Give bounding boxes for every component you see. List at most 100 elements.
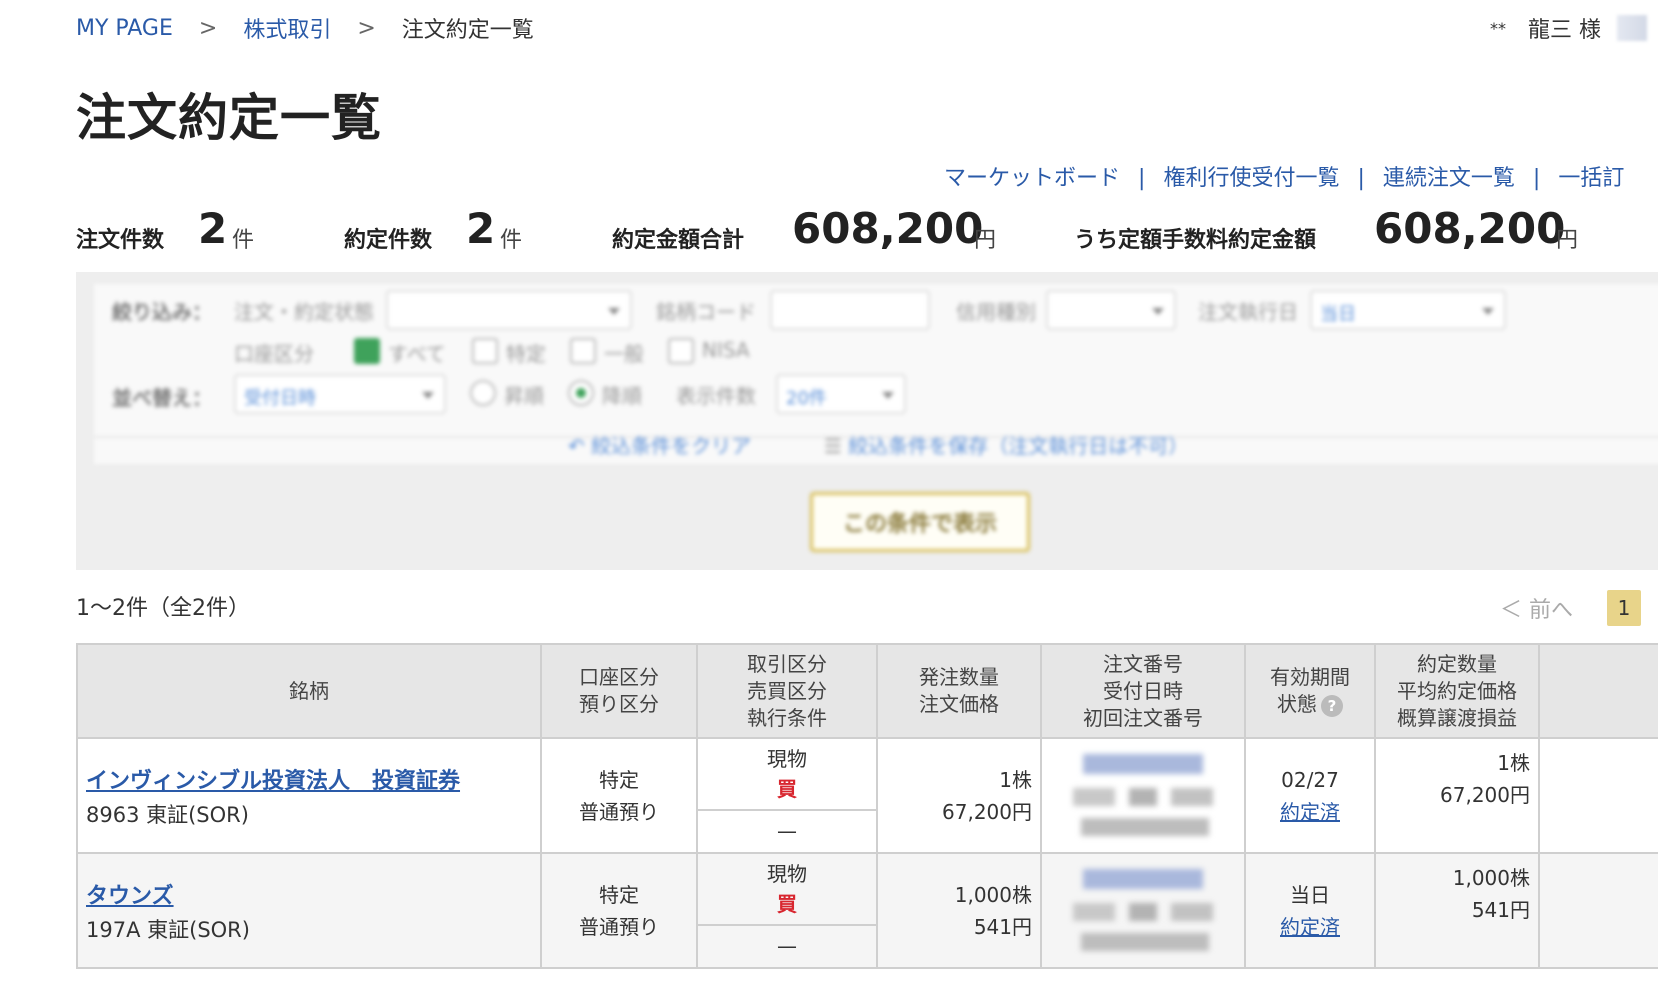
status-executed-link[interactable]: 約定済 [1246,796,1374,828]
account-cell: 特定 普通預り [540,852,698,969]
avg-price: 541円 [1471,898,1530,922]
redacted-order-info [1073,860,1213,961]
date-select[interactable]: 当日 [1310,290,1506,330]
breadcrumb-stock-trading-link[interactable]: 株式取引 [243,12,331,44]
total-amount-label: 約定金額合計 [612,228,745,253]
validity-period: 02/27 [1281,767,1339,792]
header-trade: 取引区分 売買区分 執行条件 [696,643,878,739]
trade-cell: 現物 買 — [696,852,878,969]
sort-select-value: 受付日時 [244,388,316,409]
date-select-value: 当日 [1320,304,1356,325]
header-first-order-label: 初回注文番号 [1083,705,1203,730]
page-1-button[interactable]: 1 [1607,590,1641,626]
breadcrumb-separator: > [357,15,376,41]
header-exec-qty-label: 約定数量 [1417,651,1497,676]
page-title: 注文約定一覧 [76,89,382,147]
radio-desc[interactable] [568,380,594,406]
order-price: 67,200円 [942,799,1032,824]
status-select[interactable] [386,290,632,330]
header-validity: 有効期間 状態? [1244,643,1376,739]
credit-select[interactable] [1046,290,1176,330]
extra-cell [1538,852,1658,969]
user-stars: ** [1490,18,1506,38]
order-number-cell [1040,852,1246,969]
radio-asc-label: 昇順 [504,384,544,408]
account-label: 口座区分 [234,342,314,366]
clear-filter-label: 絞込条件をクリア [591,434,752,458]
user-badge [1617,15,1647,41]
breadcrumb: MY PAGE > 株式取引 > 注文約定一覧 [76,12,534,44]
account-cell: 特定 普通預り [540,737,698,854]
undo-icon: ↶ [568,434,585,458]
header-status-label: 状態 [1277,692,1317,716]
checkbox-nisa[interactable] [668,338,694,364]
exec-count-unit: 件 [500,228,523,253]
exec-count-value: 2 [466,204,496,253]
trade-type: 現物 [767,862,807,886]
display-count-select[interactable]: 20件 [776,374,906,414]
header-quantity: 発注数量 注文価格 [876,643,1042,739]
checkbox-general[interactable] [570,338,596,364]
rights-exercise-link[interactable]: 権利行使受付一覧 [1163,166,1339,191]
exec-condition: — [777,819,797,843]
checkbox-all[interactable] [354,338,380,364]
header-avg-price-label: 平均約定価格 [1397,678,1517,703]
deposit-type: 普通預り [579,799,659,824]
radio-desc-label: 降順 [602,384,642,408]
trade-type-block: 現物 買 [698,854,876,926]
execution-cell: 1株 67,200円 [1374,737,1540,854]
total-amount-value: 608,200 [792,204,984,253]
order-count-label: 注文件数 [76,228,165,253]
header-trade-label: 取引区分 [747,651,827,676]
order-count-unit: 件 [232,228,255,253]
link-divider: | [1532,166,1541,191]
breadcrumb-current: 注文約定一覧 [401,18,534,43]
checkbox-specific[interactable] [472,338,498,364]
status-label: 注文・約定状態 [234,300,374,324]
apply-filter-button[interactable]: この条件で表示 [810,492,1030,552]
continuous-order-link[interactable]: 連続注文一覧 [1383,166,1515,191]
table-row: インヴィンシブル投資法人 投資証券 8963 東証(SOR) 特定 普通預り 現… [76,737,1658,854]
account-type: 特定 [599,882,639,907]
stock-name-link[interactable]: インヴィンシブル投資法人 投資証券 [86,763,540,795]
redacted-order-info [1073,745,1213,846]
header-price-label: 注文価格 [919,692,999,716]
bulk-correction-link[interactable]: 一括訂 [1558,166,1624,191]
breadcrumb-mypage-link[interactable]: MY PAGE [76,16,173,41]
header-qty-label: 発注数量 [919,665,999,689]
user-name: 龍三 様 [1528,18,1601,43]
table-row: タウンズ 197A 東証(SOR) 特定 普通預り 現物 買 — 1,000株 … [76,852,1658,969]
header-received-label: 受付日時 [1103,678,1183,703]
trade-type: 現物 [767,747,807,771]
radio-asc[interactable] [470,380,496,406]
help-icon[interactable]: ? [1321,694,1343,717]
code-label: 銘柄コード [656,300,756,324]
order-qty: 1株 [999,767,1032,792]
status-executed-link[interactable]: 約定済 [1246,911,1374,943]
chevron-down-icon [1482,308,1494,315]
header-stock-label: 銘柄 [289,678,329,703]
orders-table: 銘柄 口座区分 預り区分 取引区分 売買区分 執行条件 発注数量 注文価格 注文番号 受付… [76,643,1658,969]
fixed-fee-label: うち定額手数料約定金額 [1074,228,1317,253]
execution-cell: 1,000株 541円 [1374,852,1540,969]
market-board-link[interactable]: マーケットボード [944,166,1120,191]
link-divider: | [1138,166,1146,191]
account-type: 特定 [599,767,639,792]
chevron-down-icon [1152,308,1164,315]
header-account-label: 口座区分 [579,665,659,689]
code-input[interactable] [770,290,930,330]
header-extra [1538,643,1658,739]
stock-name-link[interactable]: タウンズ [86,878,540,910]
checkbox-nisa-label: NISA [702,338,750,362]
save-filter-link[interactable]: ☰ 絞込条件を保存（注文執行日は不可） [824,430,1188,459]
exec-condition: — [777,934,797,958]
stock-cell: インヴィンシブル投資法人 投資証券 8963 東証(SOR) [76,737,542,854]
user-info: ** 龍三 様 [1490,12,1647,44]
sort-select[interactable]: 受付日時 [234,374,446,414]
clear-filter-link[interactable]: ↶ 絞込条件をクリア [568,430,751,459]
save-filter-label: 絞込条件を保存（注文執行日は不可） [848,434,1189,458]
summary-bar: 注文件数 2 件 約定件数 2 件 約定金額合計 608,200 円 うち定額手… [76,202,1658,258]
link-divider: | [1357,166,1365,191]
prev-page-button[interactable]: ＜ 前へ [1500,592,1573,624]
sort-label: 並べ替え： [112,386,212,410]
